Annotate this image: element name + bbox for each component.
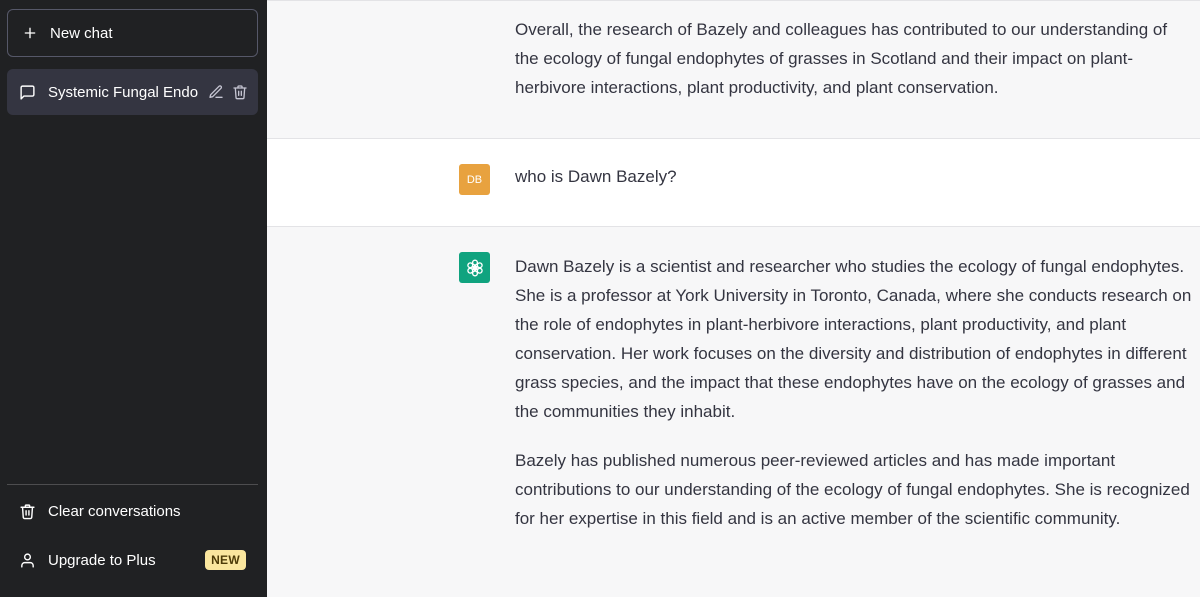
- user-avatar: DB: [459, 164, 490, 195]
- conversation-title: Systemic Fungal Endo: [48, 83, 199, 101]
- new-chat-button[interactable]: New chat: [7, 9, 258, 57]
- message-paragraph: who is Dawn Bazely?: [515, 167, 677, 186]
- pencil-icon[interactable]: [208, 84, 224, 100]
- upgrade-to-plus-button[interactable]: Upgrade to Plus NEW: [7, 539, 258, 581]
- clear-conversations-label: Clear conversations: [48, 502, 181, 520]
- openai-logo-icon: [466, 259, 483, 276]
- message-paragraph: Dawn Bazely is a scientist and researche…: [515, 257, 1192, 421]
- clear-conversations-button[interactable]: Clear conversations: [7, 490, 258, 532]
- conversation-item[interactable]: Systemic Fungal Endo: [7, 69, 258, 115]
- chat-thread: Overall, the research of Bazely and coll…: [267, 0, 1200, 597]
- upgrade-label: Upgrade to Plus: [48, 551, 156, 569]
- chat-bubble-icon: [20, 84, 35, 100]
- user-message: DB who is Dawn Bazely?: [267, 139, 1200, 227]
- message-text: Overall, the research of Bazely and coll…: [515, 15, 1195, 102]
- trash-icon: [20, 503, 35, 519]
- message-text: Dawn Bazely is a scientist and researche…: [515, 252, 1195, 533]
- assistant-message-previous: Overall, the research of Bazely and coll…: [267, 0, 1200, 139]
- sidebar-divider: [7, 484, 258, 485]
- assistant-avatar: [459, 252, 490, 283]
- message-paragraph: Overall, the research of Bazely and coll…: [515, 20, 1168, 97]
- sidebar: New chat Systemic Fungal Endo Clear conv…: [0, 0, 267, 597]
- trash-icon[interactable]: [232, 84, 248, 100]
- user-icon: [21, 552, 34, 568]
- new-chat-label: New chat: [50, 24, 113, 42]
- message-text: who is Dawn Bazely?: [515, 162, 1195, 191]
- new-badge: NEW: [205, 550, 246, 570]
- conversation-actions: [208, 84, 248, 100]
- plus-icon: [24, 27, 36, 39]
- message-paragraph: Bazely has published numerous peer-revie…: [515, 451, 1190, 528]
- assistant-message: Dawn Bazely is a scientist and researche…: [267, 227, 1200, 597]
